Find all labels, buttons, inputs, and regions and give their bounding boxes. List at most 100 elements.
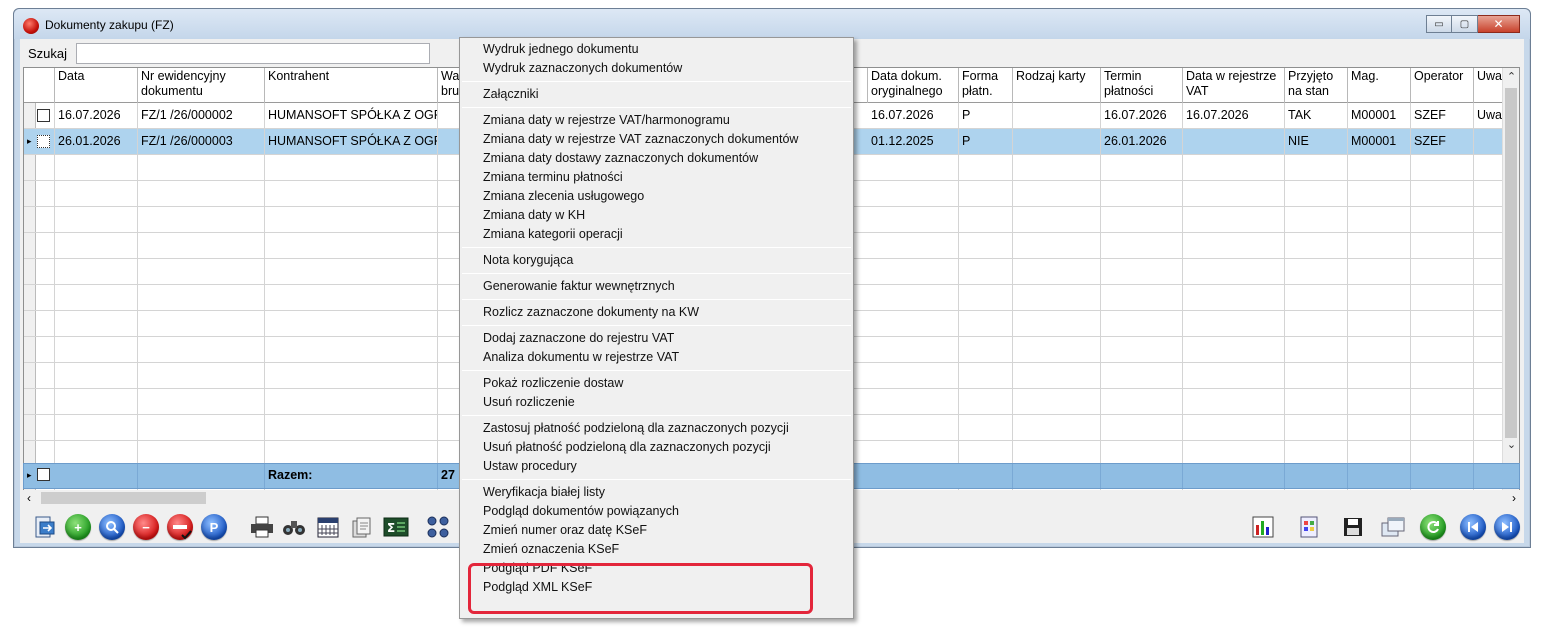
close-button[interactable]: ✕ <box>1478 15 1520 33</box>
footer-cell <box>1183 464 1285 488</box>
cell-data-dok: 01.12.2025 <box>868 129 959 155</box>
menu-item-attachments[interactable]: Załączniki <box>460 85 853 104</box>
menu-item-change-kh-date[interactable]: Zmiana daty w KH <box>460 206 853 225</box>
menu-item-change-delivery-date[interactable]: Zmiana daty dostawy zaznaczonych dokumen… <box>460 149 853 168</box>
footer-cell <box>1348 464 1411 488</box>
col-nr-line1: Nr ewidencyjny <box>141 69 226 83</box>
scroll-right-icon[interactable]: › <box>1512 491 1516 505</box>
search-input[interactable] <box>76 43 430 64</box>
col-forma-line2: płatn. <box>962 84 993 98</box>
cell-kontrahent: HUMANSOFT SPÓŁKA Z OGRA <box>265 103 438 129</box>
row-checkbox[interactable] <box>37 135 50 148</box>
col-nr[interactable]: Nr ewidencyjny dokumentu <box>138 68 265 103</box>
col-termin[interactable]: Termin płatności <box>1101 68 1183 103</box>
col-data-dok[interactable]: Data dokum. oryginalnego <box>868 68 959 103</box>
col-forma[interactable]: Forma płatn. <box>959 68 1013 103</box>
title-bar[interactable]: Dokumenty zakupu (FZ) ▭ ▢ ✕ <box>14 9 1530 39</box>
col-kontrahent[interactable]: Kontrahent <box>265 68 438 103</box>
delete-button[interactable]: − <box>133 514 159 540</box>
menu-item-remove-split-payment[interactable]: Usuń płatność podzieloną dla zaznaczonyc… <box>460 438 853 457</box>
col-data[interactable]: Data <box>55 68 138 103</box>
p-button[interactable]: P <box>201 514 227 540</box>
horizontal-scroll-thumb[interactable] <box>41 492 206 504</box>
footer-cell <box>1285 464 1348 488</box>
refresh-button[interactable] <box>1420 514 1446 540</box>
menu-item-credit-note[interactable]: Nota korygująca <box>460 251 853 270</box>
footer-checkbox[interactable] <box>37 468 50 481</box>
windows-icon[interactable] <box>1380 514 1406 540</box>
menu-item-settle-kw[interactable]: Rozlicz zaznaczone dokumenty na KW <box>460 303 853 322</box>
col-przyjeto[interactable]: Przyjęto na stan <box>1285 68 1348 103</box>
menu-item-change-vat-date[interactable]: Zmiana daty w rejestrze VAT/harmonogramu <box>460 111 853 130</box>
col-datavat-line1: Data w rejestrze <box>1186 69 1277 83</box>
minimize-button[interactable]: ▭ <box>1426 15 1452 33</box>
menu-item-print-selected[interactable]: Wydruk zaznaczonych dokumentów <box>460 59 853 78</box>
grid-line <box>54 103 55 491</box>
last-record-button[interactable] <box>1494 514 1520 540</box>
col-datavat-line2: VAT <box>1186 84 1209 98</box>
cell-data: 16.07.2026 <box>55 103 138 129</box>
menu-item-change-service-order[interactable]: Zmiana zlecenia usługowego <box>460 187 853 206</box>
col-przyjeto-line1: Przyjęto <box>1288 69 1334 83</box>
menu-item-change-operation-category[interactable]: Zmiana kategorii operacji <box>460 225 853 244</box>
col-uwagi[interactable]: Uwag <box>1474 68 1504 103</box>
menu-item-change-ksef-number[interactable]: Zmień numer oraz datę KSeF <box>460 521 853 540</box>
cell-rodzaj <box>1013 103 1101 129</box>
grid-line <box>1100 103 1101 491</box>
scroll-up-icon[interactable]: ⌃ <box>1503 70 1519 83</box>
footer-cell <box>1411 464 1474 488</box>
menu-item-related-documents[interactable]: Podgląd dokumentów powiązanych <box>460 502 853 521</box>
maximize-button[interactable]: ▢ <box>1452 15 1478 33</box>
menu-separator <box>462 273 851 274</box>
network-icon[interactable] <box>425 514 451 540</box>
scroll-left-icon[interactable]: ‹ <box>27 491 31 505</box>
vertical-scroll-thumb[interactable] <box>1505 88 1517 438</box>
menu-separator <box>462 415 851 416</box>
menu-item-white-list-verification[interactable]: Weryfikacja białej listy <box>460 483 853 502</box>
grid-line <box>1473 103 1474 491</box>
vertical-scrollbar[interactable]: ⌃ ⌄ <box>1502 68 1519 491</box>
col-rodzaj[interactable]: Rodzaj karty <box>1013 68 1101 103</box>
menu-item-set-procedures[interactable]: Ustaw procedury <box>460 457 853 476</box>
delete-selected-button[interactable] <box>167 514 193 540</box>
preview-button[interactable] <box>99 514 125 540</box>
grid-line <box>1284 103 1285 491</box>
footer-marker-icon: ▸ <box>27 470 32 480</box>
menu-item-show-delivery-settlement[interactable]: Pokaż rozliczenie dostaw <box>460 374 853 393</box>
first-record-button[interactable] <box>1460 514 1486 540</box>
cell-data-vat <box>1183 129 1285 155</box>
cell-data-dok: 16.07.2026 <box>868 103 959 129</box>
menu-separator <box>462 247 851 248</box>
sum-calculator-icon[interactable]: Σ <box>383 514 409 540</box>
menu-item-add-to-vat-register[interactable]: Dodaj zaznaczone do rejestru VAT <box>460 329 853 348</box>
footer-cell <box>1101 464 1183 488</box>
col-check[interactable] <box>36 68 55 103</box>
footer-cell <box>959 464 1013 488</box>
menu-item-analyze-vat-register[interactable]: Analiza dokumentu w rejestrze VAT <box>460 348 853 367</box>
menu-item-print-one[interactable]: Wydruk jednego dokumentu <box>460 40 853 59</box>
menu-item-change-ksef-marks[interactable]: Zmień oznaczenia KSeF <box>460 540 853 559</box>
highlight-annotation-box <box>468 563 813 614</box>
calendar-icon[interactable] <box>315 514 341 540</box>
row-checkbox[interactable] <box>37 109 50 122</box>
printer-icon[interactable] <box>249 514 275 540</box>
col-mag[interactable]: Mag. <box>1348 68 1411 103</box>
menu-item-generate-internal-invoices[interactable]: Generowanie faktur wewnętrznych <box>460 277 853 296</box>
col-data-vat[interactable]: Data w rejestrze VAT <box>1183 68 1285 103</box>
col-termin-line1: Termin <box>1104 69 1142 83</box>
menu-item-change-vat-date-selected[interactable]: Zmiana daty w rejestrze VAT zaznaczonych… <box>460 130 853 149</box>
menu-item-apply-split-payment[interactable]: Zastosuj płatność podzieloną dla zaznacz… <box>460 419 853 438</box>
document-settings-icon[interactable] <box>1296 514 1322 540</box>
save-icon[interactable] <box>1340 514 1366 540</box>
chart-report-icon[interactable] <box>1250 514 1276 540</box>
add-button[interactable]: + <box>65 514 91 540</box>
grid-line <box>1410 103 1411 491</box>
col-operator[interactable]: Operator <box>1411 68 1474 103</box>
export-icon[interactable] <box>32 514 58 540</box>
cell-data-vat: 16.07.2026 <box>1183 103 1285 129</box>
binoculars-icon[interactable] <box>281 514 307 540</box>
menu-item-change-payment-term[interactable]: Zmiana terminu płatności <box>460 168 853 187</box>
scroll-down-icon[interactable]: ⌄ <box>1503 438 1519 451</box>
documents-tray-icon[interactable] <box>349 514 375 540</box>
menu-item-remove-settlement[interactable]: Usuń rozliczenie <box>460 393 853 412</box>
